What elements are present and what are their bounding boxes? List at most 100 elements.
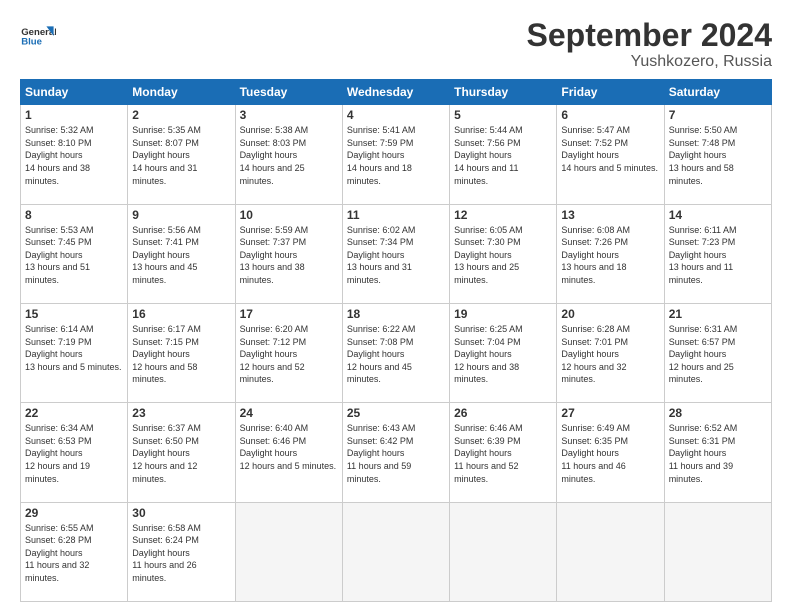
table-row: 7Sunrise: 5:50 AMSunset: 7:48 PMDaylight… [664,105,771,204]
table-row [342,502,449,601]
table-row: 1Sunrise: 5:32 AMSunset: 8:10 PMDaylight… [21,105,128,204]
calendar-table: Sunday Monday Tuesday Wednesday Thursday… [20,79,772,602]
day-info: Sunrise: 5:50 AMSunset: 7:48 PMDaylight … [669,124,767,187]
logo: General Blue [20,18,56,54]
day-info: Sunrise: 6:40 AMSunset: 6:46 PMDaylight … [240,422,338,472]
day-info: Sunrise: 5:32 AMSunset: 8:10 PMDaylight … [25,124,123,187]
day-number: 5 [454,108,552,122]
day-number: 24 [240,406,338,420]
table-row [450,502,557,601]
day-info: Sunrise: 6:34 AMSunset: 6:53 PMDaylight … [25,422,123,485]
table-row: 30 Sunrise: 6:58 AMSunset: 6:24 PMDayligh… [128,502,235,601]
day-number: 16 [132,307,230,321]
day-info: Sunrise: 5:47 AMSunset: 7:52 PMDaylight … [561,124,659,174]
day-number: 9 [132,208,230,222]
day-info: Sunrise: 6:58 AMSunset: 6:24 PMDaylight … [132,522,230,585]
table-row: 3Sunrise: 5:38 AMSunset: 8:03 PMDaylight… [235,105,342,204]
svg-text:Blue: Blue [21,36,42,47]
table-row: 22Sunrise: 6:34 AMSunset: 6:53 PMDayligh… [21,403,128,502]
day-number: 17 [240,307,338,321]
day-number: 26 [454,406,552,420]
table-row: 12 Sunrise: 6:05 AMSunset: 7:30 PMDayligh… [450,204,557,303]
logo-svg: General Blue [20,18,56,54]
day-info: Sunrise: 5:44 AMSunset: 7:56 PMDaylight … [454,124,552,187]
table-row: 26 Sunrise: 6:46 AMSunset: 6:39 PMDayligh… [450,403,557,502]
day-info: Sunrise: 6:08 AMSunset: 7:26 PMDaylight … [561,224,659,287]
day-number: 25 [347,406,445,420]
day-number: 21 [669,307,767,321]
table-row [235,502,342,601]
day-info: Sunrise: 6:02 AMSunset: 7:34 PMDaylight … [347,224,445,287]
title-area: September 2024 Yushkozero, Russia [527,18,772,71]
table-row: 28 Sunrise: 6:52 AMSunset: 6:31 PMDayligh… [664,403,771,502]
day-info: Sunrise: 6:52 AMSunset: 6:31 PMDaylight … [669,422,767,485]
header: General Blue September 2024 Yushkozero, … [20,18,772,71]
table-row [664,502,771,601]
table-row: 14 Sunrise: 6:11 AMSunset: 7:23 PMDayligh… [664,204,771,303]
day-info: Sunrise: 5:35 AMSunset: 8:07 PMDaylight … [132,124,230,187]
day-number: 23 [132,406,230,420]
day-number: 2 [132,108,230,122]
table-row: 16 Sunrise: 6:17 AMSunset: 7:15 PMDayligh… [128,303,235,402]
table-row: 24 Sunrise: 6:40 AMSunset: 6:46 PMDayligh… [235,403,342,502]
day-number: 12 [454,208,552,222]
table-row: 27 Sunrise: 6:49 AMSunset: 6:35 PMDayligh… [557,403,664,502]
day-number: 29 [25,506,123,520]
col-saturday: Saturday [664,80,771,105]
day-number: 30 [132,506,230,520]
day-info: Sunrise: 6:43 AMSunset: 6:42 PMDaylight … [347,422,445,485]
day-info: Sunrise: 5:59 AMSunset: 7:37 PMDaylight … [240,224,338,287]
day-number: 10 [240,208,338,222]
day-info: Sunrise: 6:37 AMSunset: 6:50 PMDaylight … [132,422,230,485]
day-number: 4 [347,108,445,122]
day-info: Sunrise: 5:41 AMSunset: 7:59 PMDaylight … [347,124,445,187]
day-info: Sunrise: 5:53 AMSunset: 7:45 PMDaylight … [25,224,123,287]
table-row: 20Sunrise: 6:28 AMSunset: 7:01 PMDayligh… [557,303,664,402]
day-info: Sunrise: 6:49 AMSunset: 6:35 PMDaylight … [561,422,659,485]
day-info: Sunrise: 5:56 AMSunset: 7:41 PMDaylight … [132,224,230,287]
col-wednesday: Wednesday [342,80,449,105]
table-row: 17 Sunrise: 6:20 AMSunset: 7:12 PMDayligh… [235,303,342,402]
table-row [557,502,664,601]
table-row: 21 Sunrise: 6:31 AMSunset: 6:57 PMDayligh… [664,303,771,402]
day-info: Sunrise: 6:05 AMSunset: 7:30 PMDaylight … [454,224,552,287]
day-info: Sunrise: 6:11 AMSunset: 7:23 PMDaylight … [669,224,767,287]
table-row: 9 Sunrise: 5:56 AMSunset: 7:41 PMDaylight… [128,204,235,303]
day-number: 19 [454,307,552,321]
table-row: 18Sunrise: 6:22 AMSunset: 7:08 PMDayligh… [342,303,449,402]
page: General Blue September 2024 Yushkozero, … [0,0,792,612]
day-number: 3 [240,108,338,122]
table-row: 23 Sunrise: 6:37 AMSunset: 6:50 PMDayligh… [128,403,235,502]
table-row: 15 Sunrise: 6:14 AMSunset: 7:19 PMDayligh… [21,303,128,402]
col-monday: Monday [128,80,235,105]
day-info: Sunrise: 6:46 AMSunset: 6:39 PMDaylight … [454,422,552,485]
location-subtitle: Yushkozero, Russia [527,53,772,71]
day-info: Sunrise: 6:20 AMSunset: 7:12 PMDaylight … [240,323,338,386]
day-number: 6 [561,108,659,122]
table-row: 8 Sunrise: 5:53 AMSunset: 7:45 PMDaylight… [21,204,128,303]
day-number: 14 [669,208,767,222]
table-row: 29 Sunrise: 6:55 AMSunset: 6:28 PMDayligh… [21,502,128,601]
day-number: 8 [25,208,123,222]
col-friday: Friday [557,80,664,105]
table-row: 2 Sunrise: 5:35 AMSunset: 8:07 PMDaylight… [128,105,235,204]
day-info: Sunrise: 6:25 AMSunset: 7:04 PMDaylight … [454,323,552,386]
table-row: 19 Sunrise: 6:25 AMSunset: 7:04 PMDayligh… [450,303,557,402]
day-number: 27 [561,406,659,420]
day-info: Sunrise: 6:14 AMSunset: 7:19 PMDaylight … [25,323,123,373]
table-row: 6 Sunrise: 5:47 AMSunset: 7:52 PMDaylight… [557,105,664,204]
day-info: Sunrise: 6:17 AMSunset: 7:15 PMDaylight … [132,323,230,386]
header-row: Sunday Monday Tuesday Wednesday Thursday… [21,80,772,105]
col-tuesday: Tuesday [235,80,342,105]
day-number: 28 [669,406,767,420]
day-number: 13 [561,208,659,222]
day-number: 15 [25,307,123,321]
day-number: 18 [347,307,445,321]
day-info: Sunrise: 6:55 AMSunset: 6:28 PMDaylight … [25,522,123,585]
col-thursday: Thursday [450,80,557,105]
table-row: 13 Sunrise: 6:08 AMSunset: 7:26 PMDayligh… [557,204,664,303]
day-number: 20 [561,307,659,321]
table-row: 10 Sunrise: 5:59 AMSunset: 7:37 PMDayligh… [235,204,342,303]
col-sunday: Sunday [21,80,128,105]
day-info: Sunrise: 6:31 AMSunset: 6:57 PMDaylight … [669,323,767,386]
